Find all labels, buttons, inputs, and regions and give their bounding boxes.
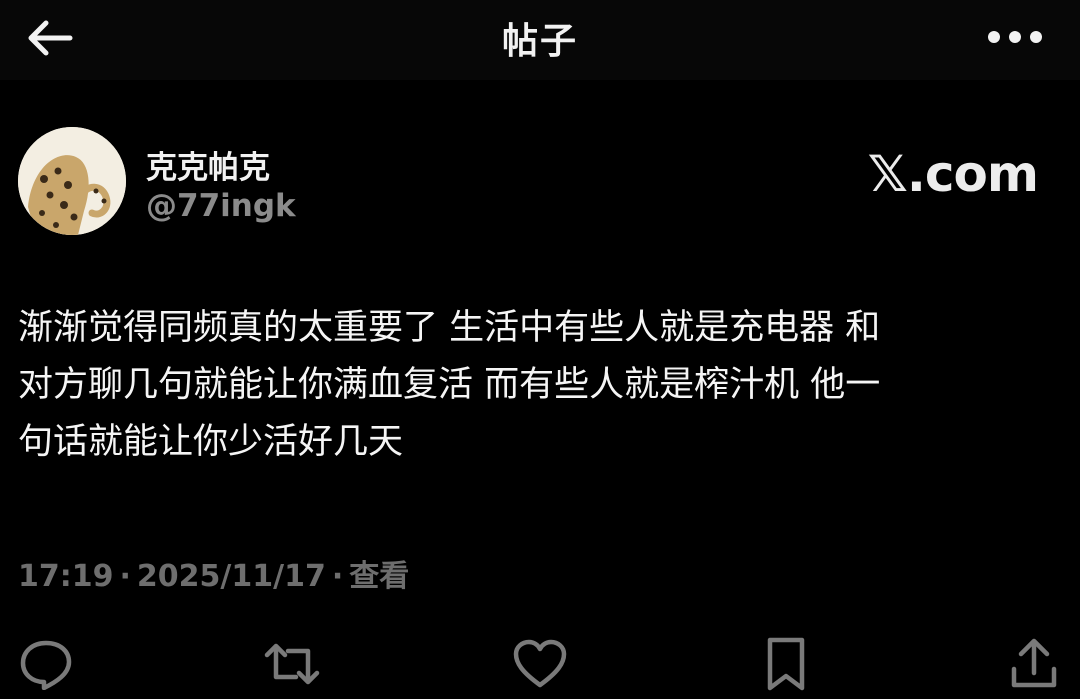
more-horizontal-icon [988,31,1042,43]
post-text: 渐渐觉得同频真的太重要了 生活中有些人就是充电器 和 对方聊几句就能让你满血复活… [18,308,881,462]
heart-icon [513,639,567,688]
comment-icon [20,640,72,690]
action-bar [0,634,1080,694]
repost-icon [264,643,320,685]
leopard-avatar [18,127,126,235]
share-icon [1011,638,1057,688]
author-handle[interactable]: @77ingk [146,188,296,224]
avatar[interactable] [18,127,126,235]
post-date: 2025/11/17 [136,559,326,594]
bookmark-button[interactable] [756,634,816,694]
bookmark-icon [767,637,805,691]
views-link[interactable]: 查看 [349,559,409,594]
meta-separator: · [119,559,131,594]
post-time: 17:19 [18,559,114,594]
source-watermark: 𝕏.com [867,145,1039,203]
author-display-name[interactable]: 克克帕克 [146,142,270,187]
post-detail-screen: 帖子 克克帕克 @77ingk 𝕏.com 渐渐觉得同频真的太重要了 生活中有些… [0,0,1080,699]
like-button[interactable] [510,634,570,694]
repost-button[interactable] [262,634,322,694]
page-title: 帖子 [501,21,578,62]
reply-button[interactable] [16,634,76,694]
meta-separator: · [331,559,344,594]
post-meta: 17:19 · 2025/11/17 · 查看 [18,551,409,595]
share-button[interactable] [1004,634,1064,694]
top-bar: 帖子 [0,0,1080,80]
more-options-button[interactable] [980,14,1050,60]
